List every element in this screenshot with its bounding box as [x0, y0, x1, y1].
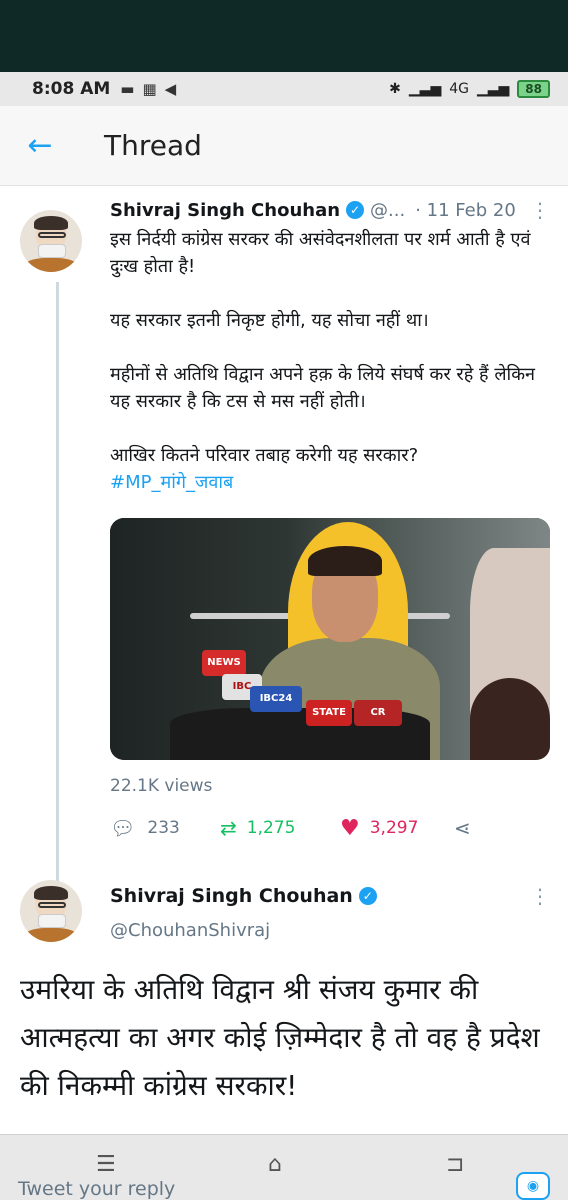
avatar[interactable] [20, 880, 82, 942]
mic-logo: NEWS [202, 650, 246, 676]
share-icon: ⋖ [454, 816, 471, 840]
tweet-body: इस निर्दयी कांग्रेस सरकर की असंवेदनशीलता… [110, 226, 550, 496]
tweet-date[interactable]: · 11 Feb 20 [415, 200, 516, 221]
like-button[interactable]: ♥ 3,297 [340, 816, 454, 841]
status-bar: 8:08 AM ▬ ▦ ◀ ✱ ▁▃▅ 4G ▁▃▅ 88 [0, 72, 568, 106]
like-count: 3,297 [369, 818, 419, 838]
avatar[interactable] [20, 210, 82, 272]
status-time: 8:08 AM [32, 79, 111, 99]
reply-count: 233 [147, 818, 180, 838]
tweet-actions: 💬︎ 233 ⇄ 1,275 ♥ 3,297 ⋖ [110, 814, 550, 842]
back-icon[interactable]: ⊐ [446, 1152, 464, 1177]
heart-icon: ♥ [340, 815, 360, 841]
more-options-icon[interactable]: ⋮ [530, 198, 550, 222]
message-icon: ▬ [120, 80, 135, 98]
page-title: Thread [104, 129, 202, 162]
tweet-header: Shivraj Singh Chouhan ✓ @... · 11 Feb 20… [110, 198, 550, 222]
tweet-paragraph: इस निर्दयी कांग्रेस सरकर की असंवेदनशीलता… [110, 229, 531, 277]
thread-connector-line [56, 282, 59, 882]
tweet-paragraph: आखिर कितने परिवार तबाह करेगी यह सरकार? [110, 445, 419, 466]
battery-icon: 88 [517, 80, 550, 98]
status-right: ✱ ▁▃▅ 4G ▁▃▅ 88 [389, 80, 550, 98]
tweet-media-video[interactable]: NEWS IBC IBC24 STATE CR [110, 518, 550, 760]
reply-icon: 💬︎ [110, 816, 136, 840]
home-icon[interactable]: ⌂ [268, 1152, 282, 1177]
verified-badge-icon: ✓ [358, 887, 377, 905]
tweet2-body: उमरिया के अतिथि विद्वान श्री संजय कुमार … [20, 973, 540, 1102]
author-name[interactable]: Shivraj Singh Chouhan [110, 885, 353, 907]
view-count: 22.1K views [110, 776, 213, 796]
author-handle[interactable]: @... [370, 200, 405, 221]
retweet-icon: ⇄ [220, 816, 237, 840]
mic-logo: IBC24 [250, 686, 302, 712]
signal-icon: ▁▃▅ [408, 81, 442, 97]
top-band [0, 0, 568, 72]
keyboard-icon: ▦ [142, 80, 157, 98]
author-handle[interactable]: @ChouhanShivraj [110, 920, 270, 941]
arrow-left-icon[interactable]: ← [0, 128, 80, 163]
network-label: 4G [449, 81, 469, 97]
tweet2-header: Shivraj Singh Chouhan ✓ ⋮ [110, 884, 550, 908]
bluetooth-icon: ✱ [389, 81, 401, 97]
app-header: ← Thread [0, 106, 568, 186]
reply-button[interactable]: 💬︎ 233 [110, 816, 220, 840]
menu-icon[interactable]: ☰ [96, 1152, 116, 1177]
more-options-icon[interactable]: ⋮ [530, 884, 550, 908]
camera-icon[interactable]: ◉ [516, 1172, 550, 1200]
4g-signal-icon: ▁▃▅ [476, 81, 510, 97]
author-name[interactable]: Shivraj Singh Chouhan [110, 200, 340, 221]
mic-logo: STATE [306, 700, 352, 726]
mic-logo: CR [354, 700, 402, 726]
verified-badge-icon: ✓ [346, 201, 365, 219]
tweet-paragraph: महीनों से अतिथि विद्वान अपने हक़ के लिये… [110, 364, 536, 412]
share-button[interactable]: ⋖ [454, 816, 471, 840]
hashtag-link[interactable]: #MP_मांगे_जवाब [110, 472, 233, 493]
reply-input[interactable]: Tweet your reply [18, 1178, 175, 1200]
tweet-paragraph: यह सरकार इतनी निकृष्ट होगी, यह सोचा नहीं… [110, 310, 429, 331]
retweet-count: 1,275 [246, 818, 296, 838]
send-icon: ◀ [164, 80, 177, 98]
retweet-button[interactable]: ⇄ 1,275 [220, 816, 340, 840]
